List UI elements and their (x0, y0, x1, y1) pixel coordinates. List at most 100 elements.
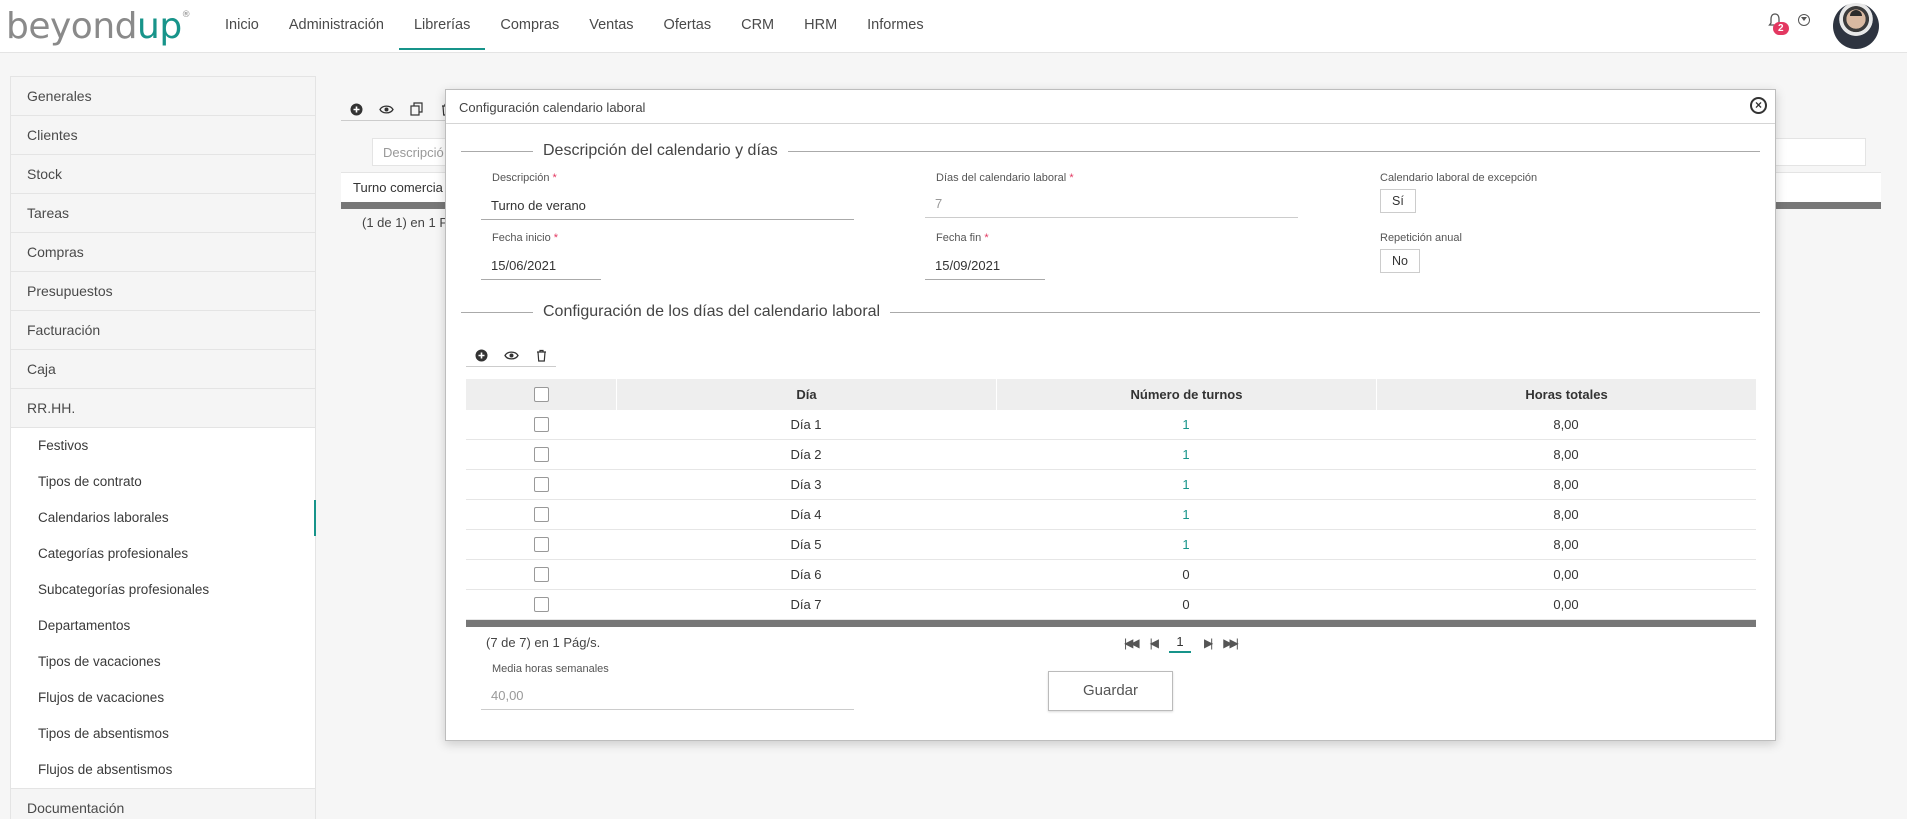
cell-turnos: 0 (1182, 567, 1190, 582)
config-calendar-dialog: Configuración calendario laboral × Descr… (445, 89, 1776, 741)
nav-crm[interactable]: CRM (726, 0, 789, 50)
table-row[interactable]: Día 4 1 8,00 (466, 500, 1756, 530)
table-row[interactable]: Día 6 0 0,00 (466, 560, 1756, 590)
descripcion-field[interactable]: Turno de verano (481, 192, 854, 220)
close-icon[interactable]: × (1750, 97, 1767, 114)
nav-compras[interactable]: Compras (485, 0, 574, 50)
avatar[interactable] (1833, 3, 1879, 49)
sidebar-subitem-categorias-profesionales[interactable]: Categorías profesionales (11, 536, 315, 572)
chevron-down-icon[interactable] (1798, 14, 1810, 26)
sidebar-item-rrhh[interactable]: RR.HH. (11, 389, 315, 428)
nav-hrm[interactable]: HRM (789, 0, 852, 50)
sidebar-item-tareas[interactable]: Tareas (11, 194, 315, 233)
section-days-config: Configuración de los días del calendario… (461, 302, 1760, 322)
row-checkbox[interactable] (533, 507, 549, 522)
row-checkbox[interactable] (533, 537, 549, 552)
cell-dia: Día 2 (790, 447, 822, 462)
repeticion-label: Repetición anual (1380, 232, 1462, 244)
cell-turnos: 1 (1182, 507, 1190, 522)
cell-turnos: 0 (1182, 597, 1190, 612)
fecha-inicio-label: Fecha inicio * (492, 232, 559, 244)
delete-day-icon[interactable] (526, 343, 556, 367)
add-day-icon[interactable] (466, 343, 496, 367)
table-row[interactable]: Día 5 1 8,00 (466, 530, 1756, 560)
cell-turnos: 1 (1182, 417, 1190, 432)
table-row[interactable]: Día 3 1 8,00 (466, 470, 1756, 500)
top-navbar: beyondup® Inicio Administración Librería… (0, 0, 1907, 53)
prev-page-icon[interactable]: |◀ (1150, 636, 1160, 650)
nav-ventas[interactable]: Ventas (574, 0, 648, 50)
descripcion-label: Descripción * (492, 172, 557, 184)
sidebar-subitem-flujos-absentismos[interactable]: Flujos de absentismos (11, 752, 315, 788)
column-header-dia[interactable]: Día (616, 379, 996, 410)
excepcion-label: Calendario laboral de excepción (1380, 172, 1538, 184)
sidebar-item-clientes[interactable]: Clientes (11, 116, 315, 155)
media-horas-label: Media horas semanales (492, 663, 609, 675)
copy-icon[interactable] (401, 97, 431, 121)
cell-turnos: 1 (1182, 477, 1190, 492)
sidebar-subitem-flujos-vacaciones[interactable]: Flujos de vacaciones (11, 680, 315, 716)
fecha-inicio-field[interactable]: 15/06/2021 (481, 252, 601, 280)
table-row[interactable]: Día 7 0 0,00 (466, 590, 1756, 620)
sidebar-item-documentacion[interactable]: Documentación (11, 788, 315, 819)
excepcion-toggle[interactable]: Sí (1380, 189, 1416, 213)
sidebar-item-stock[interactable]: Stock (11, 155, 315, 194)
next-page-icon[interactable]: ▶| (1204, 636, 1214, 650)
sidebar-item-compras[interactable]: Compras (11, 233, 315, 272)
save-button[interactable]: Guardar (1048, 671, 1173, 711)
row-checkbox[interactable] (533, 447, 549, 462)
row-checkbox[interactable] (533, 597, 549, 612)
sidebar-subitem-festivos[interactable]: Festivos (11, 428, 315, 464)
cell-horas: 8,00 (1553, 447, 1579, 462)
cell-dia: Día 4 (790, 507, 822, 522)
add-icon[interactable] (341, 97, 371, 121)
cell-horas: 0,00 (1553, 567, 1579, 582)
view-day-icon[interactable] (496, 343, 526, 367)
cell-turnos: 1 (1182, 447, 1190, 462)
pagination-text: (1 de 1) en 1 P (362, 215, 448, 230)
repeticion-toggle[interactable]: No (1380, 249, 1420, 273)
sidebar-subitem-subcategorias-profesionales[interactable]: Subcategorías profesionales (11, 572, 315, 608)
nav-ofertas[interactable]: Ofertas (649, 0, 727, 50)
dias-field[interactable]: 7 (925, 190, 1298, 218)
sidebar-item-caja[interactable]: Caja (11, 350, 315, 389)
sidebar: Generales Clientes Stock Tareas Compras … (10, 76, 316, 819)
cell-dia: Día 3 (790, 477, 822, 492)
sidebar-subitem-calendarios-laborales[interactable]: Calendarios laborales (11, 500, 316, 536)
notification-badge: 2 (1773, 22, 1789, 35)
row-checkbox[interactable] (533, 567, 549, 582)
last-page-icon[interactable]: ▶▶| (1223, 636, 1238, 650)
sidebar-subitem-tipos-vacaciones[interactable]: Tipos de vacaciones (11, 644, 315, 680)
sidebar-item-generales[interactable]: Generales (11, 77, 315, 116)
sidebar-subitem-tipos-contrato[interactable]: Tipos de contrato (11, 464, 315, 500)
cell-dia: Día 7 (790, 597, 822, 612)
nav-inicio[interactable]: Inicio (210, 0, 274, 50)
cell-dia: Día 6 (790, 567, 822, 582)
cell-horas: 0,00 (1553, 597, 1579, 612)
dialog-title: Configuración calendario laboral (459, 100, 646, 115)
table-row[interactable]: Día 1 1 8,00 (466, 410, 1756, 440)
eye-icon[interactable] (371, 97, 401, 121)
page-number[interactable]: 1 (1168, 633, 1191, 653)
nav-librerias[interactable]: Librerías (398, 0, 486, 50)
sidebar-subitem-departamentos[interactable]: Departamentos (11, 608, 315, 644)
sidebar-item-presupuestos[interactable]: Presupuestos (11, 272, 315, 311)
brand-logo[interactable]: beyondup® (6, 6, 191, 47)
sidebar-item-facturacion[interactable]: Facturación (11, 311, 315, 350)
cell-horas: 8,00 (1553, 507, 1579, 522)
row-checkbox[interactable] (533, 417, 549, 432)
nav-informes[interactable]: Informes (852, 0, 938, 50)
column-header-turnos[interactable]: Número de turnos (996, 379, 1376, 410)
paginator: |◀◀ |◀ 1 ▶| ▶▶| (1124, 633, 1239, 653)
nav-administracion[interactable]: Administración (274, 0, 399, 50)
select-all-checkbox[interactable] (533, 387, 549, 402)
fecha-fin-field[interactable]: 15/09/2021 (925, 252, 1045, 280)
sidebar-subitem-tipos-absentismos[interactable]: Tipos de absentismos (11, 716, 315, 752)
first-page-icon[interactable]: |◀◀ (1124, 636, 1139, 650)
column-header-horas[interactable]: Horas totales (1376, 379, 1756, 410)
cell-horas: 8,00 (1553, 477, 1579, 492)
grid-scrollbar[interactable] (466, 620, 1756, 627)
table-row[interactable]: Día 2 1 8,00 (466, 440, 1756, 470)
media-horas-field[interactable]: 40,00 (481, 682, 854, 710)
row-checkbox[interactable] (533, 477, 549, 492)
